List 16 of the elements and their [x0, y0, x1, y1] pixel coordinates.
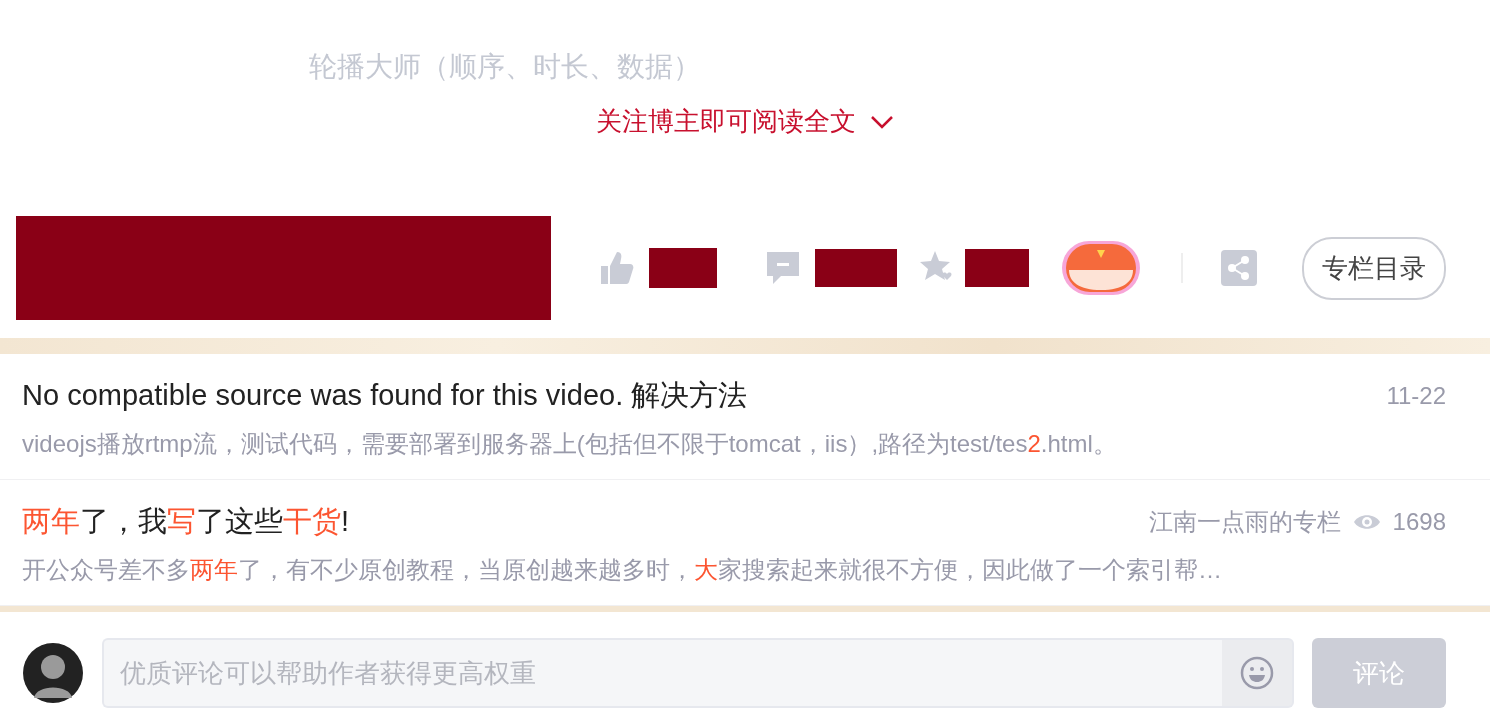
share-icon[interactable] [1221, 250, 1257, 286]
chevron-down-icon [870, 114, 894, 129]
column-directory-button[interactable]: 专栏目录 [1302, 236, 1446, 300]
view-count: 1698 [1392, 508, 1446, 536]
article-summary: 开公众号差不多两年了，有不少原创教程，当原创越来越多时，大家搜索起来就很不方便，因此做了一个索引帮… [22, 555, 1223, 585]
redaction-block [649, 248, 717, 288]
article-title[interactable]: 两年了，我写了这些干货! [22, 502, 350, 542]
eye-icon [1352, 512, 1381, 532]
article-summary: videojs播放rtmp流，测试代码，需要部署到服务器上(包括但不限于tomcat，iis）,路径为test/tes2.html。 [22, 429, 1118, 459]
avatar [22, 642, 84, 704]
read-more-link[interactable]: 关注博主即可阅读全文 [596, 104, 894, 139]
column-name: 江南一点雨的专栏 [1148, 507, 1341, 537]
redaction-block [965, 249, 1029, 287]
article-date: 11-22 [1386, 382, 1446, 410]
faded-title: 轮播大师（顺序、时长、数据） [309, 50, 701, 84]
article-title[interactable]: No compatible source was found for this video. 解决方法 [22, 376, 748, 416]
